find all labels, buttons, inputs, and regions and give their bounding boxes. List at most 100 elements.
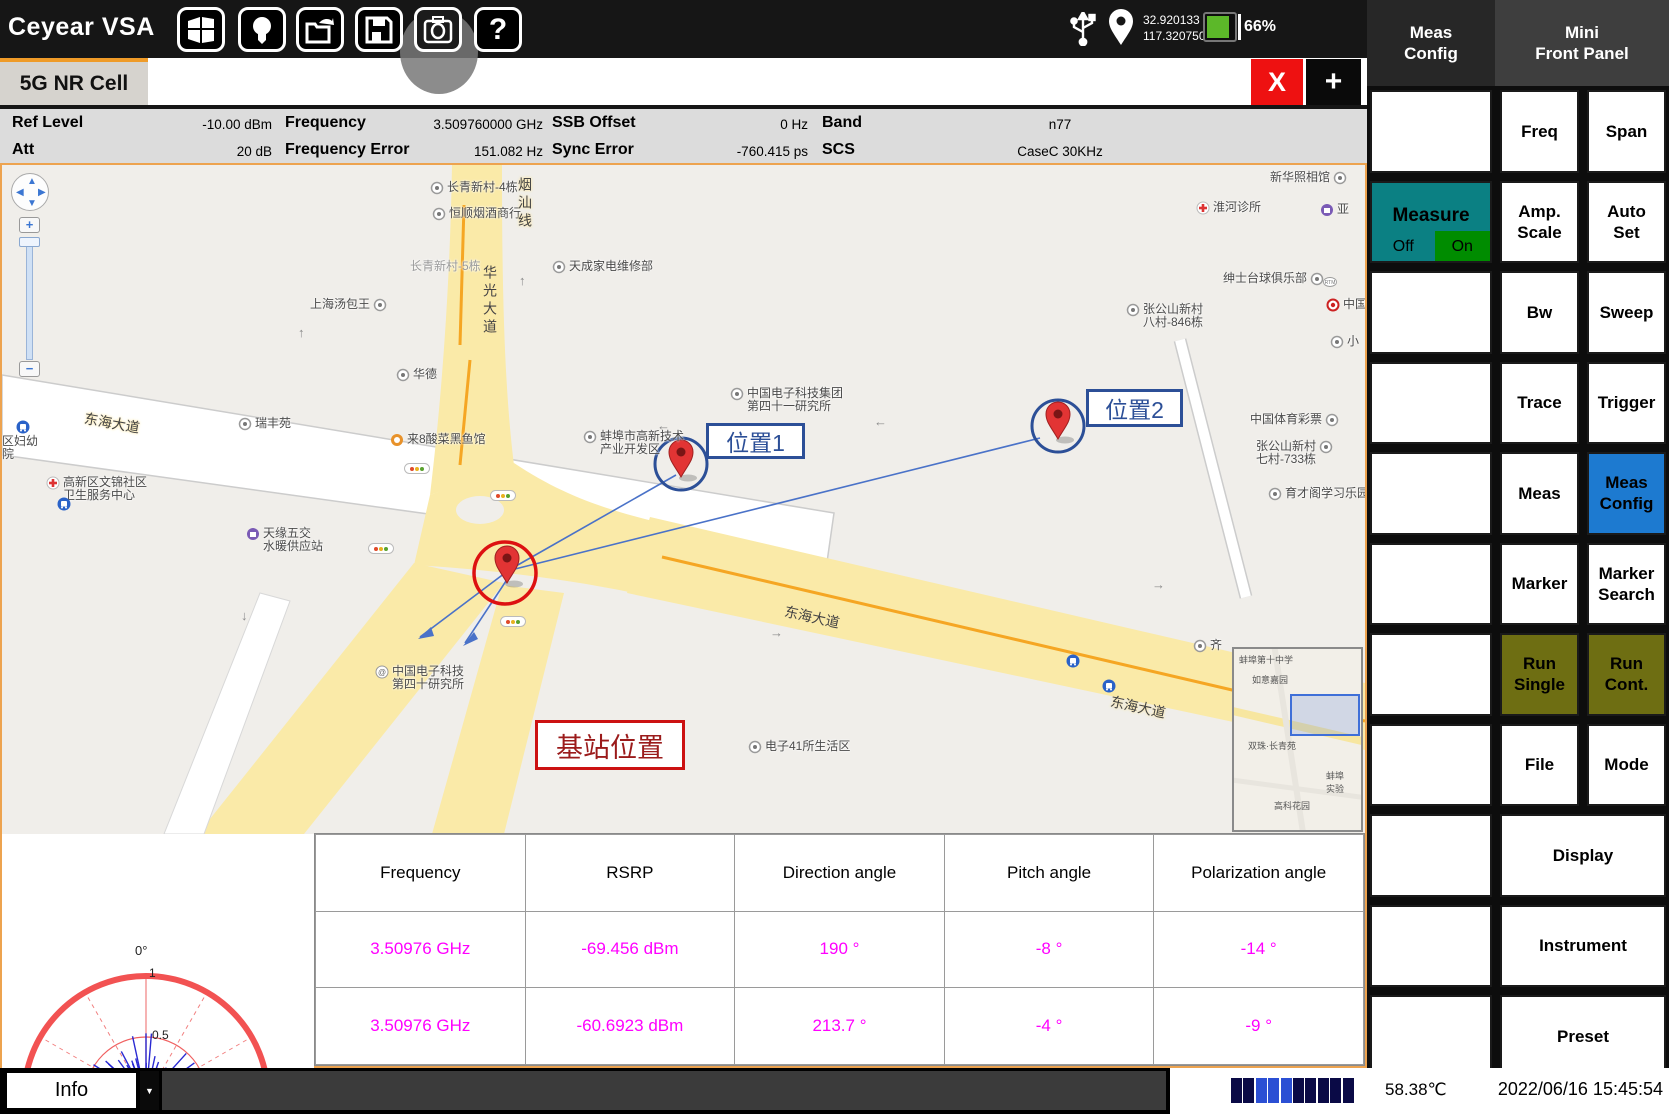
traffic-light-icon [368, 543, 394, 554]
poi-text: 中国电子科技集团第四十一研究所 [747, 387, 843, 413]
table-header-cell: Frequency [316, 835, 526, 912]
softkey-bw[interactable]: Bw [1500, 271, 1579, 354]
poi-text: 小 [1347, 335, 1359, 348]
softkey-span[interactable]: Span [1587, 90, 1666, 173]
table-cell: -8 ° [944, 911, 1154, 988]
map-poi: 小 [1330, 335, 1359, 349]
road-direction-arrow: ↓ [241, 608, 248, 623]
table-header-cell: RSRP [525, 835, 735, 912]
help-icon[interactable]: ? [474, 7, 522, 52]
softkey-instrument[interactable]: Instrument [1500, 905, 1666, 988]
location-pin-icon [1106, 8, 1136, 51]
table-header-cell: Pitch angle [944, 835, 1154, 912]
softkey-blank[interactable] [1370, 995, 1492, 1078]
table-header-row: FrequencyRSRPDirection anglePitch angleP… [316, 835, 1364, 912]
softkey-marker[interactable]: Marker [1500, 543, 1579, 626]
param-label-ref-level: Ref Level [12, 114, 83, 132]
map-view[interactable]: 长青新村-4栋恒顺烟酒商行淮河诊所新华照相馆亚长青新村-5栋天成家电维修部绅士台… [2, 165, 1365, 834]
softkey-trigger[interactable]: Trigger [1587, 362, 1666, 445]
bus-poi-icon [1066, 654, 1080, 668]
map-poi: 蚌埠市高新技术产业开发区 [583, 430, 684, 456]
softkey-meas[interactable]: Meas [1500, 452, 1579, 535]
measure-off-option[interactable]: Off [1372, 231, 1435, 261]
info-dropdown-arrow[interactable]: ▼ [140, 1071, 159, 1110]
info-dropdown[interactable]: Info [5, 1071, 138, 1110]
softkey-blank[interactable] [1370, 90, 1492, 173]
softkey-run-cont[interactable]: Run Cont. [1587, 633, 1666, 716]
save-glyph [365, 16, 393, 44]
softkey-blank[interactable] [1370, 543, 1492, 626]
progress-segment [1343, 1078, 1354, 1103]
zoom-out-button[interactable]: − [19, 361, 40, 377]
poi-text: 育才阁学习乐园 [1285, 487, 1365, 500]
softkey-preset[interactable]: Preset [1500, 995, 1666, 1078]
polar-0-label: 0° [135, 943, 147, 958]
poi-text: 长青新村-4栋 [447, 181, 518, 194]
progress-segment [1281, 1078, 1292, 1103]
dot-poi-icon [1310, 272, 1324, 286]
softkey-mode[interactable]: Mode [1587, 724, 1666, 807]
map-pan-control[interactable]: ▲ ▼ ◀ ▶ [11, 173, 49, 211]
svg-text:@: @ [378, 668, 386, 677]
folder-open-icon[interactable] [296, 7, 344, 52]
window-layout-icon[interactable] [177, 7, 225, 52]
softkey-blank[interactable] [1370, 633, 1492, 716]
panel-header-mini-front-panel: Mini Front Panel [1495, 0, 1669, 86]
bulb-icon[interactable] [238, 7, 286, 52]
table-cell: 3.50976 GHz [316, 911, 526, 988]
bulb-glyph [249, 15, 275, 45]
softkey-trace[interactable]: Trace [1500, 362, 1579, 445]
softkey-marker-search[interactable]: Marker Search [1587, 543, 1666, 626]
orange-poi-icon [390, 433, 404, 447]
softkey-meas-config[interactable]: Meas Config [1587, 452, 1666, 535]
softkey-display[interactable]: Display [1500, 814, 1666, 897]
softkey-amp-scale[interactable]: Amp. Scale [1500, 181, 1579, 264]
map-poi: 育才阁学习乐园 [1268, 487, 1365, 501]
save-icon[interactable] [355, 7, 403, 52]
zoom-slider-handle[interactable] [19, 237, 40, 247]
table-header-cell: Direction angle [735, 835, 945, 912]
softkey-sweep[interactable]: Sweep [1587, 271, 1666, 354]
add-tab-button[interactable]: + [1306, 59, 1361, 105]
close-tab-button[interactable]: X [1251, 59, 1303, 105]
softkey-blank[interactable] [1370, 814, 1492, 897]
table-cell: 213.7 ° [735, 988, 945, 1065]
parameter-bar: Ref Level-10.00 dBmFrequency3.509760000 … [0, 105, 1367, 163]
softkey-blank[interactable] [1370, 271, 1492, 354]
map-poi: RTM [1323, 275, 1337, 289]
poi-text: 蚌埠市高新技术产业开发区 [600, 430, 684, 456]
map-poi: 张公山新村八村-846栋 [1126, 303, 1203, 329]
softkey-freq[interactable]: Freq [1500, 90, 1579, 173]
poi-text: 张公山新村七村-733栋 [1256, 440, 1316, 466]
map-poi: 上海汤包王 [310, 298, 387, 312]
message-bar [162, 1071, 1166, 1110]
softkey-blank[interactable] [1370, 362, 1492, 445]
poi-text: 区妇幼院 [2, 435, 38, 461]
table-row: 3.50976 GHz-69.456 dBm190 °-8 °-14 ° [316, 911, 1364, 988]
cross-poi-icon [1196, 201, 1210, 215]
softkey-file[interactable]: File [1500, 724, 1579, 807]
measure-on-option[interactable]: On [1435, 231, 1490, 261]
pos1-label: 位置1 [706, 423, 805, 459]
tab-5g-nr-cell[interactable]: 5G NR Cell [0, 58, 148, 105]
softkey-blank[interactable] [1370, 905, 1492, 988]
softkey-run-single[interactable]: Run Single [1500, 633, 1579, 716]
camera-icon[interactable] [414, 7, 462, 52]
poi-text: 高新区文锦社区卫生服务中心 [63, 476, 147, 502]
poi-text: 中国 [1343, 298, 1365, 311]
gps-lon: 117.320750 [1143, 28, 1206, 44]
softkey-blank[interactable] [1370, 452, 1492, 535]
softkey-measure[interactable]: MeasureOffOn [1370, 181, 1492, 264]
inset-minimap[interactable]: 蚌埠第十中学如意嘉园双珠·长青苑高科花园蚌埠实验 [1232, 647, 1363, 832]
poi-text: 张公山新村八村-846栋 [1143, 303, 1203, 329]
table-cell: 190 ° [735, 911, 945, 988]
app-title: Ceyear VSA [8, 13, 155, 42]
map-poi: 绅士台球俱乐部 [1223, 272, 1324, 286]
zoom-slider-track[interactable] [26, 245, 33, 360]
poi-text: 华德 [413, 368, 437, 381]
softkey-auto-set[interactable]: Auto Set [1587, 181, 1666, 264]
map-poi: 新华照相馆 [1270, 171, 1347, 185]
zoom-in-button[interactable]: + [19, 217, 40, 233]
tab-bar: 5G NR Cell X + [0, 58, 1367, 105]
softkey-blank[interactable] [1370, 724, 1492, 807]
